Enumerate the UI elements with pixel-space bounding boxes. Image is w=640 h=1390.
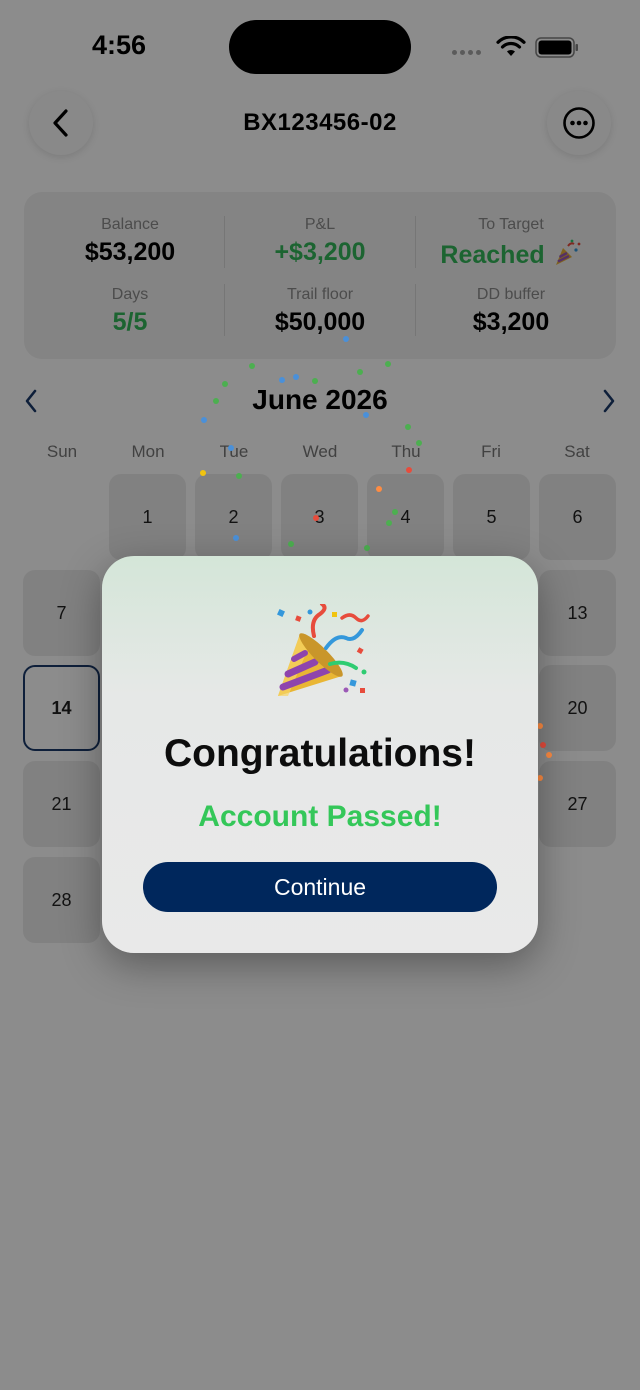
confetti-piece: [313, 515, 319, 521]
modal-subtitle: Account Passed!: [198, 800, 442, 833]
confetti-piece: [312, 378, 318, 384]
confetti-piece: [406, 467, 412, 473]
confetti-piece: [249, 363, 255, 369]
confetti-piece: [213, 398, 219, 404]
confetti-piece: [343, 336, 349, 342]
confetti-piece: [233, 535, 239, 541]
confetti-piece: [540, 742, 546, 748]
confetti-piece: [376, 486, 382, 492]
modal-title: Congratulations!: [164, 732, 476, 775]
confetti-piece: [405, 424, 411, 430]
confetti-piece: [201, 417, 207, 423]
confetti-piece: [236, 473, 242, 479]
confetti-piece: [386, 520, 392, 526]
confetti-piece: [228, 445, 234, 451]
confetti-piece: [357, 369, 363, 375]
confetti-piece: [363, 412, 369, 418]
confetti-piece: [416, 440, 422, 446]
confetti-piece: [293, 374, 299, 380]
continue-button[interactable]: Continue: [143, 862, 497, 912]
party-popper-icon: [277, 604, 370, 696]
confetti-piece: [279, 377, 285, 383]
confetti-piece: [546, 752, 552, 758]
success-modal: Congratulations! Account Passed! Continu…: [102, 556, 538, 953]
confetti-piece: [385, 361, 391, 367]
confetti-piece: [222, 381, 228, 387]
confetti-piece: [392, 509, 398, 515]
confetti-piece: [364, 545, 370, 551]
confetti-piece: [288, 541, 294, 547]
confetti-piece: [200, 470, 206, 476]
